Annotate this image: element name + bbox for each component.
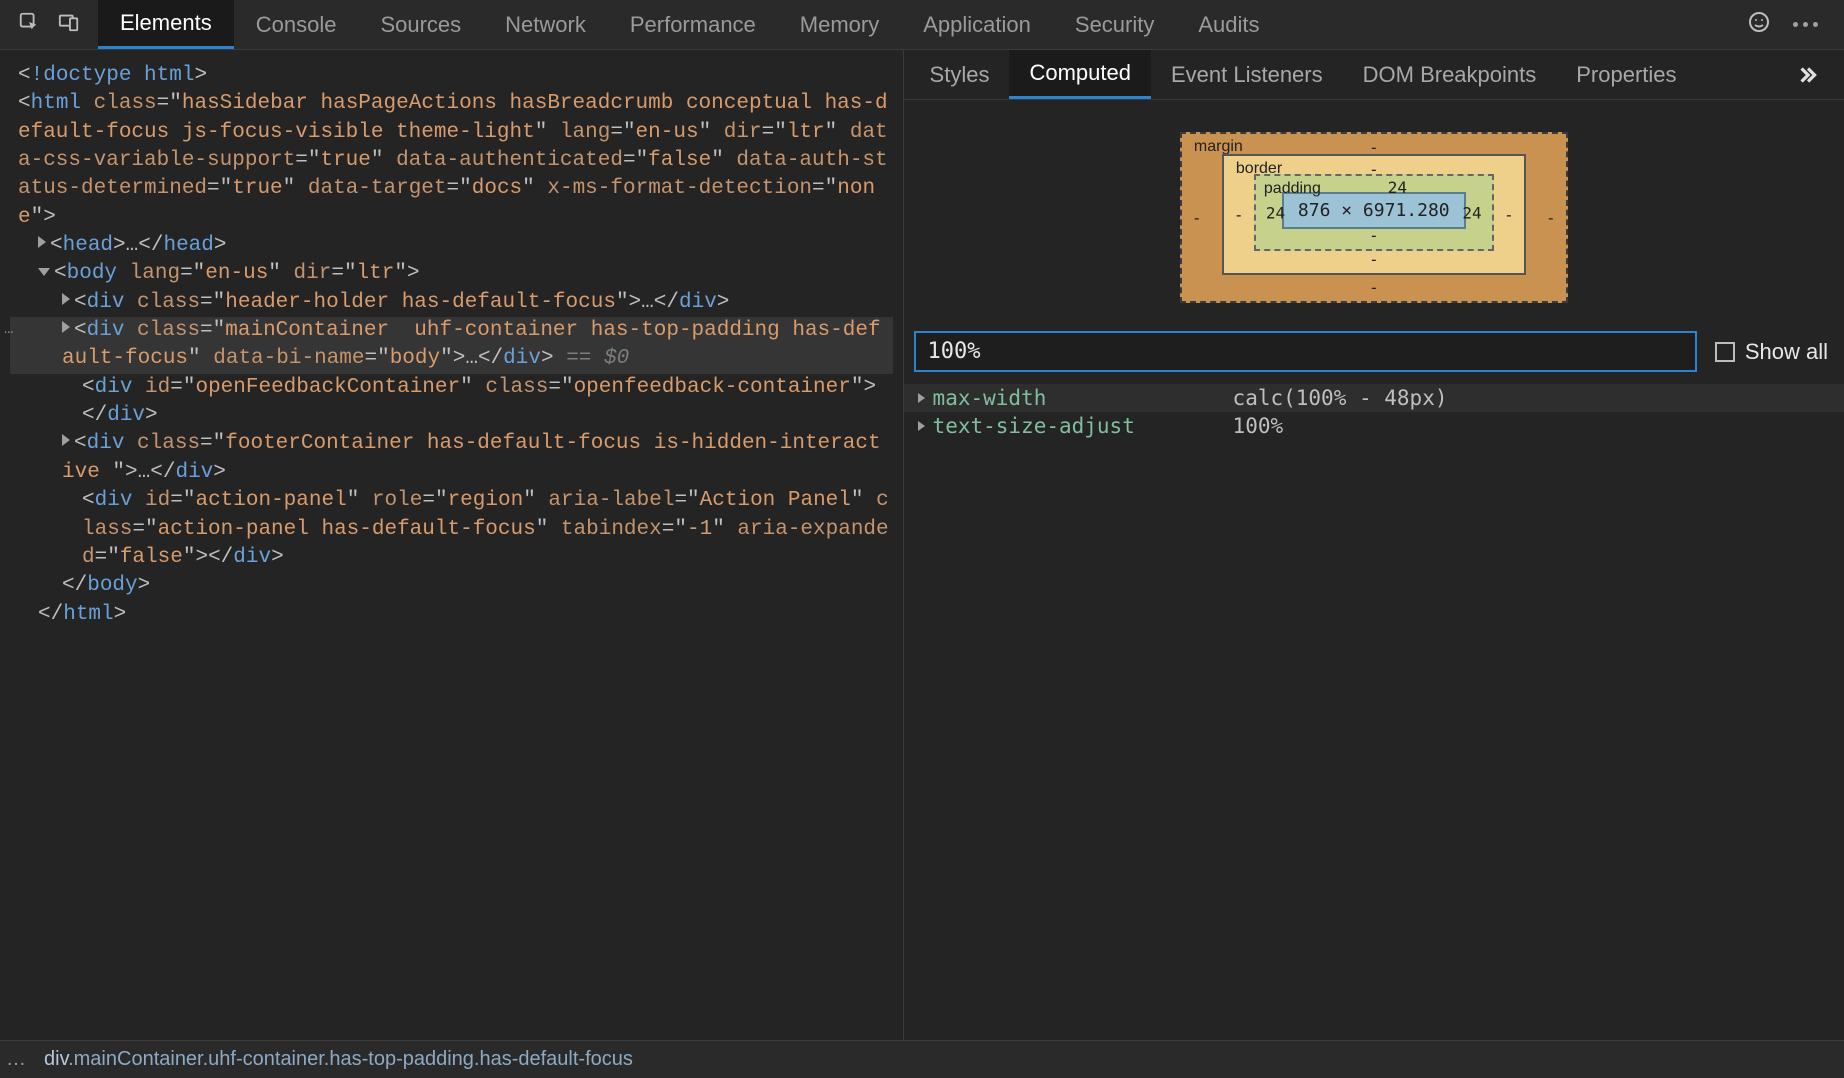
- show-all-label: Show all: [1745, 339, 1828, 365]
- breadcrumb-selected-node[interactable]: div.mainContainer.uhf-container.has-top-…: [44, 1048, 633, 1071]
- computed-prop-text-size-adjust[interactable]: text-size-adjust100%: [904, 412, 1844, 440]
- padding-bottom-value[interactable]: -: [1369, 226, 1379, 245]
- dom-action-panel[interactable]: <div id="action-panel" role="region" ari…: [10, 487, 893, 572]
- dom-body-close[interactable]: </body>: [10, 572, 893, 600]
- dom-footer-container[interactable]: <div class="footerContainer has-default-…: [10, 430, 893, 487]
- show-all-toggle[interactable]: Show all: [1715, 339, 1828, 365]
- tab-audits[interactable]: Audits: [1176, 0, 1281, 49]
- device-toggle-icon[interactable]: [58, 11, 80, 39]
- dom-html-close[interactable]: </html>: [10, 601, 893, 629]
- breadcrumb-overflow-icon[interactable]: …: [6, 1048, 28, 1071]
- side-tab-properties[interactable]: Properties: [1556, 50, 1696, 99]
- more-options-icon[interactable]: [1793, 22, 1818, 27]
- tab-console[interactable]: Console: [234, 0, 359, 49]
- dom-doctype[interactable]: <!doctype html>: [10, 62, 893, 90]
- border-bottom-value[interactable]: -: [1369, 250, 1379, 269]
- dom-body-open[interactable]: <body lang="en-us" dir="ltr">: [10, 260, 893, 288]
- side-panel-tabs: StylesComputedEvent ListenersDOM Breakpo…: [904, 50, 1844, 100]
- side-tab-computed[interactable]: Computed: [1009, 50, 1151, 99]
- dom-main-container[interactable]: …<div class="mainContainer uhf-container…: [10, 317, 893, 374]
- inspect-element-icon[interactable]: [18, 11, 40, 39]
- tab-sources[interactable]: Sources: [358, 0, 483, 49]
- box-model-border[interactable]: border - - - - padding 24 - 24 24 876 × …: [1222, 154, 1526, 275]
- box-model-margin[interactable]: margin - - - - border - - - - padding 24…: [1180, 132, 1568, 303]
- padding-top-value[interactable]: 24: [1388, 178, 1407, 197]
- padding-left-value[interactable]: 24: [1266, 203, 1285, 222]
- computed-prop-name: text-size-adjust: [933, 414, 1233, 438]
- dom-html-open[interactable]: <html class="hasSidebar hasPageActions h…: [10, 90, 893, 232]
- side-tab-event-listeners[interactable]: Event Listeners: [1151, 50, 1343, 99]
- computed-filter-row: Show all: [904, 325, 1844, 378]
- tab-performance[interactable]: Performance: [608, 0, 778, 49]
- feedback-smiley-icon[interactable]: [1747, 10, 1771, 40]
- computed-prop-value: calc(100% - 48px): [1233, 386, 1448, 410]
- tab-elements[interactable]: Elements: [98, 0, 234, 49]
- tab-network[interactable]: Network: [483, 0, 608, 49]
- border-left-value[interactable]: -: [1234, 205, 1244, 224]
- computed-prop-value: 100%: [1233, 414, 1284, 438]
- border-right-value[interactable]: -: [1504, 205, 1514, 224]
- box-model-diagram[interactable]: margin - - - - border - - - - padding 24…: [904, 100, 1844, 325]
- box-model-padding-label: padding: [1264, 180, 1321, 198]
- elements-side-panel: StylesComputedEvent ListenersDOM Breakpo…: [904, 50, 1844, 1040]
- computed-properties-list: max-widthcalc(100% - 48px)text-size-adju…: [904, 378, 1844, 446]
- computed-prop-max-width[interactable]: max-widthcalc(100% - 48px): [904, 384, 1844, 412]
- margin-right-value[interactable]: -: [1546, 208, 1556, 227]
- toolbar-right: [1721, 0, 1844, 49]
- expand-triangle-icon[interactable]: [918, 421, 925, 431]
- side-tabs-overflow-icon[interactable]: [1770, 50, 1844, 99]
- devtools-main-tabs: ElementsConsoleSourcesNetworkPerformance…: [98, 0, 1282, 49]
- dom-header-holder[interactable]: <div class="header-holder has-default-fo…: [10, 289, 893, 317]
- box-model-padding[interactable]: padding 24 - 24 24 876 × 6971.280: [1254, 174, 1494, 251]
- devtools-toolbar: ElementsConsoleSourcesNetworkPerformance…: [0, 0, 1844, 50]
- show-all-checkbox[interactable]: [1715, 342, 1735, 362]
- tab-memory[interactable]: Memory: [778, 0, 901, 49]
- computed-filter-input[interactable]: [914, 331, 1697, 372]
- computed-prop-name: max-width: [933, 386, 1233, 410]
- side-tab-styles[interactable]: Styles: [910, 50, 1010, 99]
- margin-bottom-value[interactable]: -: [1369, 278, 1379, 297]
- tab-application[interactable]: Application: [901, 0, 1053, 49]
- dom-openfeedback[interactable]: <div id="openFeedbackContainer" class="o…: [10, 374, 893, 431]
- elements-breadcrumb[interactable]: … div.mainContainer.uhf-container.has-to…: [0, 1040, 1844, 1078]
- tab-security[interactable]: Security: [1053, 0, 1176, 49]
- toolbar-left-icons: [0, 0, 98, 49]
- expand-triangle-icon[interactable]: [918, 393, 925, 403]
- side-tab-dom-breakpoints[interactable]: DOM Breakpoints: [1343, 50, 1557, 99]
- margin-left-value[interactable]: -: [1192, 208, 1202, 227]
- padding-right-value[interactable]: 24: [1462, 203, 1481, 222]
- elements-dom-tree[interactable]: <!doctype html><html class="hasSidebar h…: [0, 50, 904, 1040]
- dom-head[interactable]: <head>…</head>: [10, 232, 893, 260]
